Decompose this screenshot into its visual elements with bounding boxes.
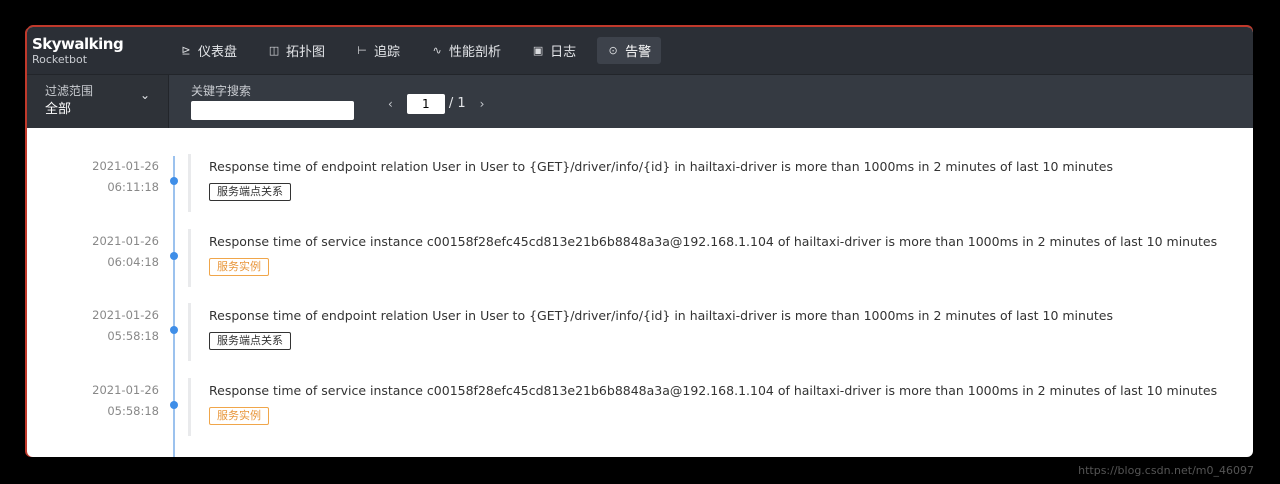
alarm-time: 2021-01-26 05:58:18 bbox=[67, 380, 159, 422]
nav-item-label: 日志 bbox=[550, 45, 577, 60]
brand-name: Skywalking bbox=[32, 34, 124, 53]
nav-item-label: 追踪 bbox=[374, 45, 401, 60]
alarm-rail bbox=[188, 303, 191, 361]
alarm-scope-tag: 服务端点关系 bbox=[209, 183, 291, 201]
keyword-input[interactable] bbox=[191, 101, 354, 120]
page-total: / 1 bbox=[448, 96, 466, 111]
timeline-dot bbox=[170, 401, 178, 409]
app-window: Skywalking Rocketbot ⊵ 仪表盘 ◫ 拓扑图 ⊢ 追踪 ∿ 性能剖析 ▣ 日志… bbox=[27, 27, 1253, 457]
main-nav: ⊵ 仪表盘 ◫ 拓扑图 ⊢ 追踪 ∿ 性能剖析 ▣ 日志 ⊙ 告警 bbox=[170, 37, 672, 64]
alarm-time: 2021-01-26 06:11:18 bbox=[67, 156, 159, 198]
alarm-message: Response time of service instance c00158… bbox=[209, 383, 1218, 398]
alarm-time: 2021-01-26 05:58:18 bbox=[67, 305, 159, 347]
alarm-clock: 06:04:18 bbox=[107, 255, 159, 269]
trace-icon: ⊢ bbox=[357, 44, 367, 57]
alarm-scope-tag: 服务端点关系 bbox=[209, 332, 291, 350]
alarm-item[interactable]: 2021-01-26 06:04:18 Response time of servi… bbox=[27, 229, 1253, 287]
alarm-clock: 05:58:18 bbox=[107, 329, 159, 343]
nav-item-5[interactable]: ⊙ 告警 bbox=[597, 37, 662, 64]
alarm-icon: ⊙ bbox=[608, 44, 618, 57]
filter-bar: 过滤范围 全部 ⌄ 关键字搜索 ‹ / 1 › bbox=[27, 74, 1253, 128]
alarm-rail bbox=[188, 378, 191, 436]
alarm-item[interactable]: 2021-01-26 05:58:18 Response time of servi… bbox=[27, 378, 1253, 436]
nav-item-0[interactable]: ⊵ 仪表盘 bbox=[170, 37, 247, 64]
alarm-scope-tag: 服务实例 bbox=[209, 258, 269, 276]
nav-item-4[interactable]: ▣ 日志 bbox=[522, 37, 586, 64]
log-icon: ▣ bbox=[532, 44, 544, 57]
alarm-date: 2021-01-26 bbox=[92, 308, 159, 322]
top-navbar: Skywalking Rocketbot ⊵ 仪表盘 ◫ 拓扑图 ⊢ 追踪 ∿ 性能剖析 ▣ 日志… bbox=[27, 27, 1253, 74]
alarm-message: Response time of service instance c00158… bbox=[209, 234, 1218, 249]
nav-item-2[interactable]: ⊢ 追踪 bbox=[346, 37, 410, 64]
alarm-message: Response time of endpoint relation User … bbox=[209, 308, 1113, 323]
alarm-item[interactable]: 2021-01-26 05:58:18 Response time of endpo… bbox=[27, 303, 1253, 361]
alarm-rail bbox=[188, 229, 191, 287]
prev-page-icon[interactable]: ‹ bbox=[380, 97, 401, 111]
alarm-date: 2021-01-26 bbox=[92, 234, 159, 248]
topology-icon: ◫ bbox=[268, 44, 280, 57]
next-page-icon[interactable]: › bbox=[472, 97, 493, 111]
timeline-dot bbox=[170, 326, 178, 334]
timeline-dot bbox=[170, 252, 178, 260]
alarm-date: 2021-01-26 bbox=[92, 159, 159, 173]
keyword-search: 关键字搜索 bbox=[169, 75, 354, 128]
dashboard-icon: ⊵ bbox=[181, 44, 191, 57]
timeline-dot bbox=[170, 177, 178, 185]
nav-item-label: 性能剖析 bbox=[449, 45, 502, 60]
chevron-down-icon: ⌄ bbox=[139, 88, 150, 102]
alarm-rail bbox=[188, 154, 191, 212]
alarm-clock: 06:11:18 bbox=[107, 180, 159, 194]
alarm-time: 2021-01-26 06:04:18 bbox=[67, 231, 159, 273]
nav-item-label: 告警 bbox=[625, 45, 652, 60]
alarm-message: Response time of endpoint relation User … bbox=[209, 159, 1113, 174]
keyword-label: 关键字搜索 bbox=[191, 84, 252, 98]
nav-item-1[interactable]: ◫ 拓扑图 bbox=[258, 37, 335, 64]
nav-item-label: 拓扑图 bbox=[286, 45, 326, 60]
watermark-url: https://blog.csdn.net/m0_46097 bbox=[1078, 464, 1254, 477]
logo[interactable]: Skywalking Rocketbot bbox=[27, 34, 162, 66]
brand-subtitle: Rocketbot bbox=[32, 52, 88, 66]
alarm-timeline: 2021-01-26 06:11:18 Response time of endpo… bbox=[27, 128, 1253, 457]
scope-select[interactable]: 过滤范围 全部 ⌄ bbox=[27, 75, 169, 128]
alarm-item[interactable]: 2021-01-26 06:11:18 Response time of endpo… bbox=[27, 154, 1253, 212]
alarm-date: 2021-01-26 bbox=[92, 383, 159, 397]
alarm-clock: 05:58:18 bbox=[107, 404, 159, 418]
alarm-scope-tag: 服务实例 bbox=[209, 407, 269, 425]
nav-item-3[interactable]: ∿ 性能剖析 bbox=[421, 37, 511, 64]
pagination: ‹ / 1 › bbox=[380, 75, 492, 128]
nav-item-label: 仪表盘 bbox=[198, 45, 238, 60]
profile-icon: ∿ bbox=[432, 44, 442, 57]
page-input[interactable] bbox=[406, 93, 445, 114]
